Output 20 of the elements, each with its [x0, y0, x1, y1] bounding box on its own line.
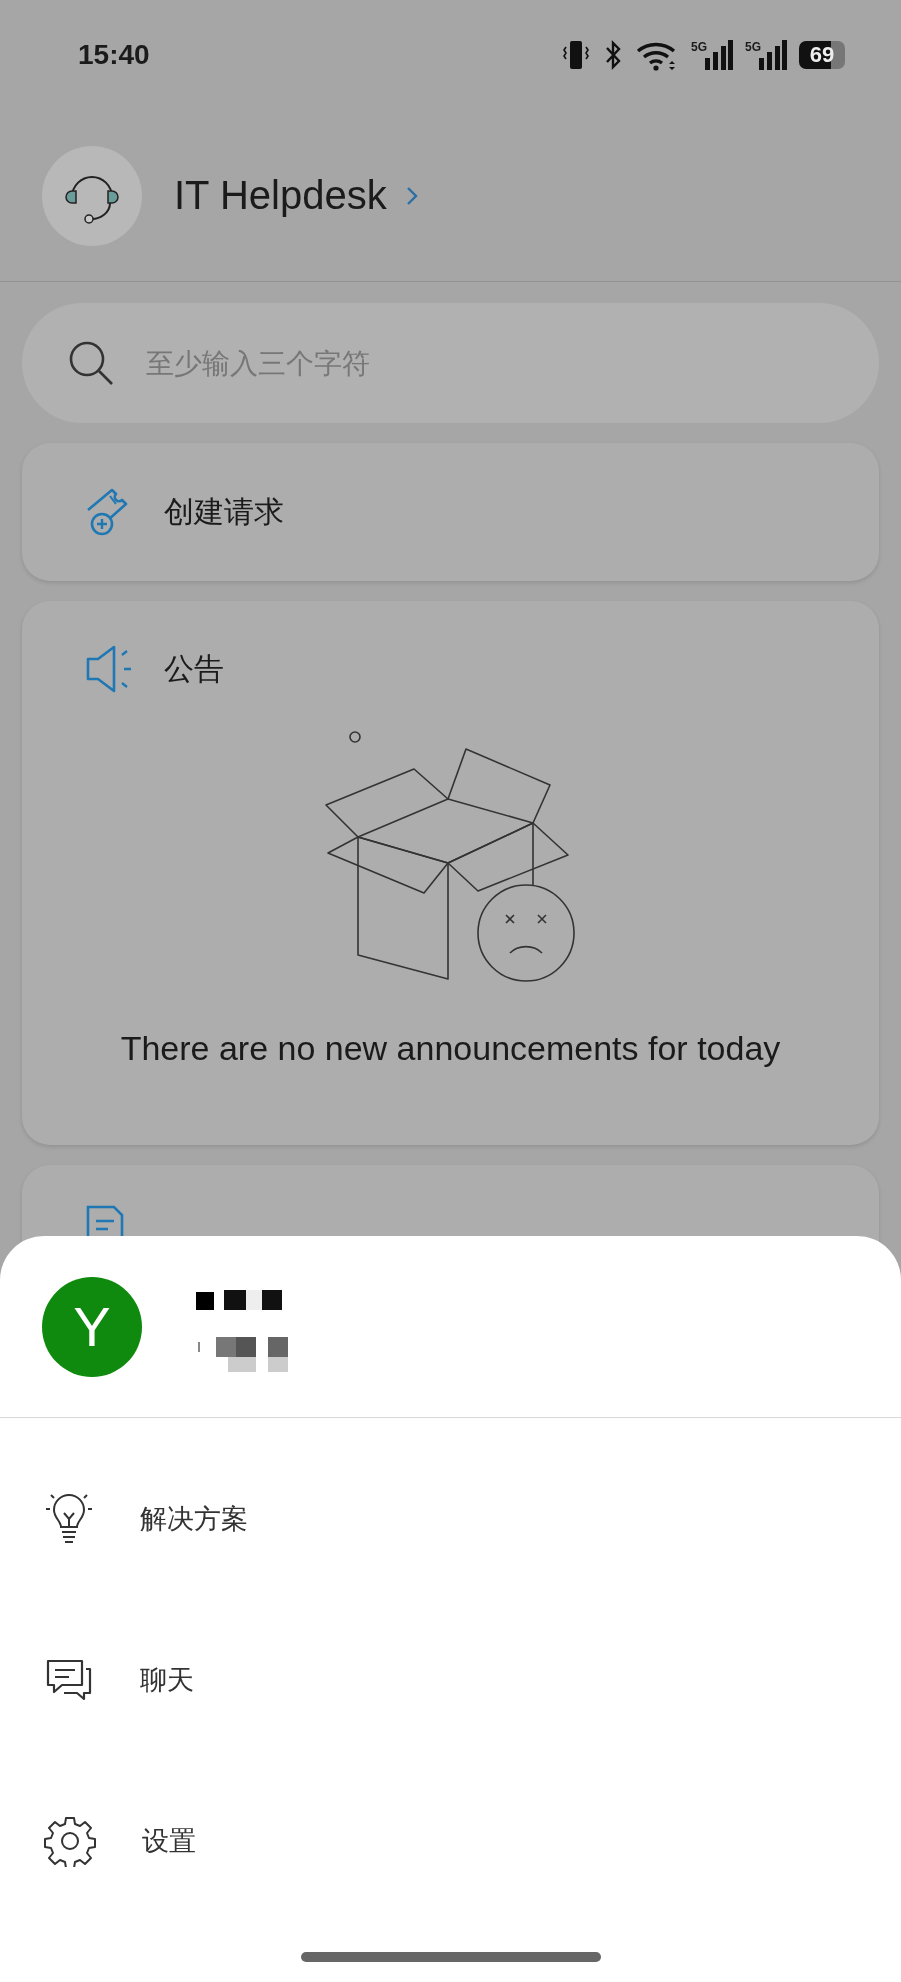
app-title[interactable]: IT Helpdesk	[174, 173, 387, 218]
vibrate-icon	[560, 38, 591, 72]
signal-icon	[759, 40, 787, 70]
action-card[interactable]: 创建请求	[22, 443, 879, 581]
menu-item[interactable]: 聊天	[0, 1599, 901, 1760]
signal-icon	[705, 40, 733, 70]
empty-message: There are no new announcements for today	[120, 1029, 781, 1068]
battery-icon: 69	[799, 41, 845, 69]
menu-item[interactable]: 设置	[0, 1760, 901, 1921]
search-field[interactable]: 至少输入三个字符	[144, 345, 879, 381]
user-avatar: Y	[42, 1276, 142, 1377]
chevron-right-icon[interactable]	[404, 184, 419, 207]
search-bar[interactable]: 至少输入三个字符	[22, 303, 879, 423]
card-title: 创建请求	[164, 492, 284, 531]
network-label: 5G	[690, 40, 707, 54]
menu-item[interactable]: 解决方案	[0, 1438, 901, 1599]
network-label: 5G	[745, 40, 761, 54]
card-title: 公告	[164, 649, 224, 688]
status-time: 15:40	[78, 39, 150, 71]
settings-icon	[44, 1814, 96, 1867]
